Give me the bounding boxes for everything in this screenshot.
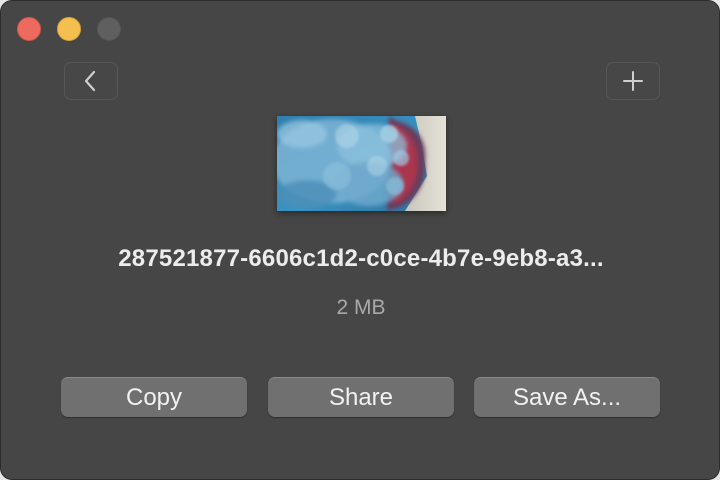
blue-smoke-image bbox=[277, 116, 446, 211]
add-button[interactable] bbox=[606, 62, 660, 100]
file-size: 2 MB bbox=[336, 296, 386, 319]
file-thumbnail[interactable] bbox=[277, 116, 446, 211]
back-button[interactable] bbox=[64, 62, 118, 100]
share-button[interactable]: Share bbox=[268, 377, 454, 417]
plus-icon bbox=[623, 71, 643, 91]
chevron-left-icon bbox=[84, 70, 96, 92]
minimize-window-button[interactable] bbox=[57, 17, 81, 41]
file-name: 287521877-6606c1d2-c0ce-4b7e-9eb8-a3... bbox=[118, 245, 604, 272]
copy-button[interactable]: Copy bbox=[61, 377, 247, 417]
save-as-button[interactable]: Save As... bbox=[474, 377, 660, 417]
close-window-button[interactable] bbox=[17, 17, 41, 41]
file-preview-window: 287521877-6606c1d2-c0ce-4b7e-9eb8-a3... … bbox=[0, 0, 720, 480]
zoom-window-button[interactable] bbox=[97, 17, 121, 41]
